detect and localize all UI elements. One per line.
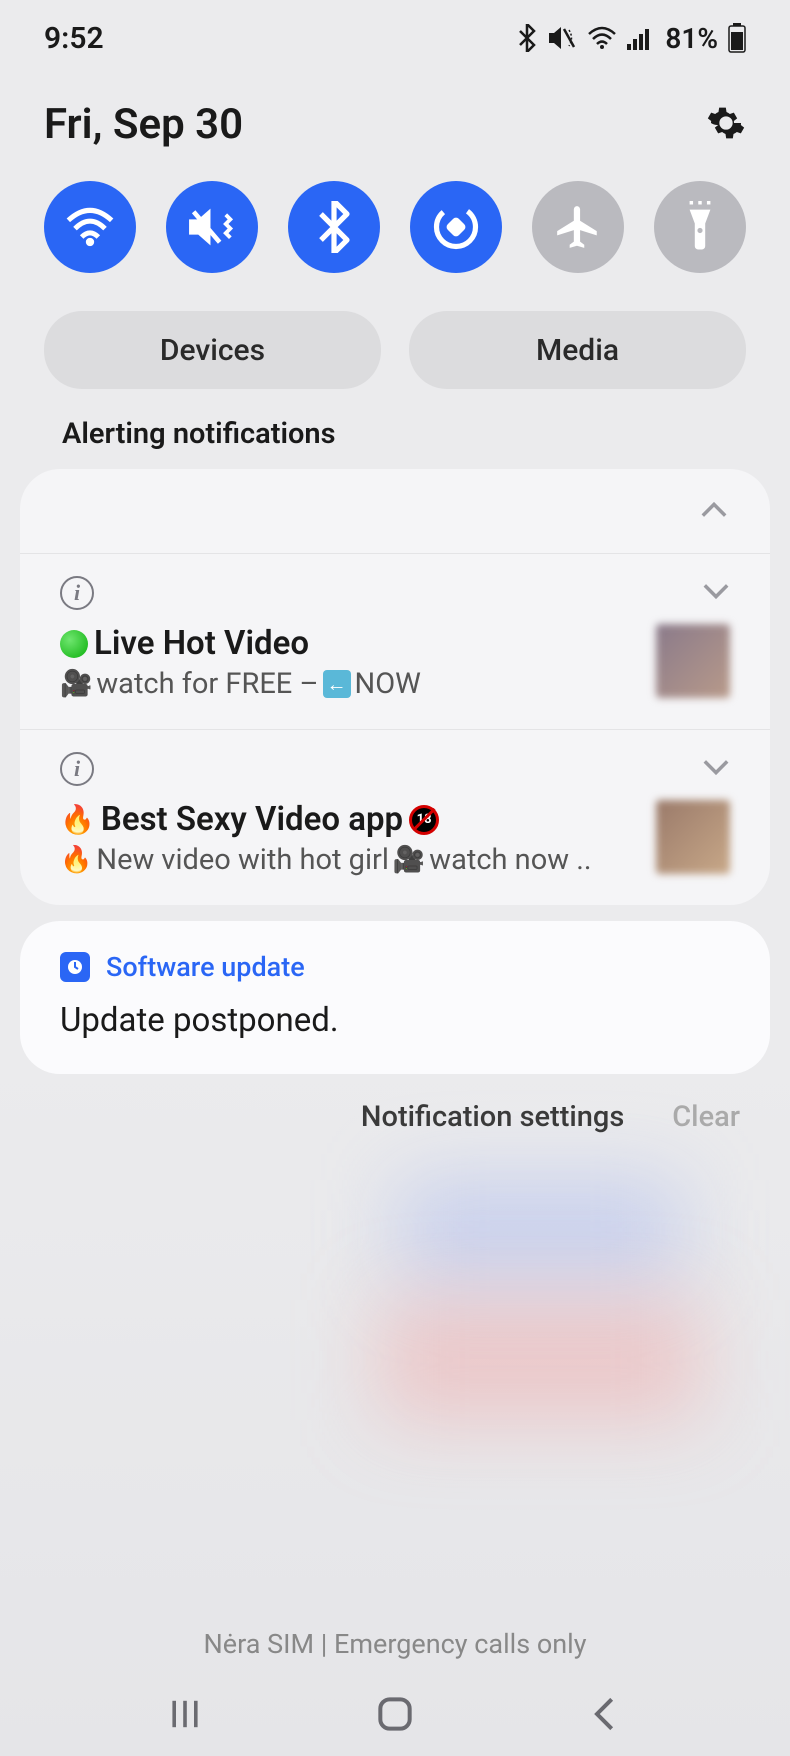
recents-icon <box>167 1696 203 1732</box>
notification-sub-text: watch for FREE – <box>96 667 318 701</box>
flashlight-toggle[interactable] <box>654 181 746 273</box>
rotate-toggle[interactable] <box>410 181 502 273</box>
info-icon: i <box>60 576 94 610</box>
wifi-icon <box>587 26 617 50</box>
alerting-header: Alerting notifications <box>0 389 790 469</box>
bluetooth-toggle[interactable] <box>288 181 380 273</box>
background-blur <box>400 1180 680 1280</box>
notification-thumbnail <box>656 800 730 874</box>
wifi-icon <box>65 207 115 247</box>
date-label: Fri, Sep 30 <box>44 100 243 149</box>
airplane-toggle[interactable] <box>532 181 624 273</box>
fire-icon: 🔥 <box>60 803 95 836</box>
notification-thumbnail <box>656 624 730 698</box>
mute-vibrate-icon <box>186 205 238 249</box>
group-header[interactable] <box>20 469 770 553</box>
back-icon <box>590 1694 620 1734</box>
notification-title-text: Live Hot Video <box>94 624 309 663</box>
notification-title-text: Best Sexy Video app <box>101 800 403 839</box>
notification-subtitle: 🔥 New video with hot girl 🎥 watch now .. <box>60 843 640 877</box>
notification-subtitle: 🎥 watch for FREE – ← NOW <box>60 667 640 701</box>
chevron-down-icon <box>702 582 730 604</box>
fire-icon: 🔥 <box>60 845 92 875</box>
notification-sub-text: NOW <box>355 667 421 701</box>
shortcut-buttons: Devices Media <box>0 273 790 389</box>
chevron-down-icon <box>702 758 730 780</box>
software-update-icon <box>60 952 90 982</box>
header: Fri, Sep 30 <box>0 58 790 149</box>
green-dot-icon <box>60 630 88 658</box>
notification-settings-button[interactable]: Notification settings <box>361 1100 624 1134</box>
notification-title: Live Hot Video <box>60 624 640 663</box>
arrow-left-icon: ← <box>323 670 351 698</box>
notification-sub-text: New video with hot girl <box>96 843 389 877</box>
airplane-icon <box>553 202 603 252</box>
background-blur <box>380 1300 700 1420</box>
flashlight-icon <box>678 201 722 253</box>
devices-button[interactable]: Devices <box>44 311 381 389</box>
clear-button[interactable]: Clear <box>672 1100 740 1134</box>
status-bar: 9:52 81% <box>0 0 790 58</box>
settings-button[interactable] <box>706 103 746 147</box>
battery-icon <box>728 23 746 53</box>
notification-group: i Live Hot Video 🎥 watch for FREE – ← NO… <box>20 469 770 905</box>
notification-sub-text: watch now .. <box>429 843 591 877</box>
status-indicators: 81% <box>517 22 746 55</box>
notification-item[interactable]: i 🔥 Best Sexy Video app 18 🔥 New video w… <box>20 729 770 905</box>
navigation-bar <box>0 1690 790 1738</box>
recents-button[interactable] <box>161 1690 209 1738</box>
software-update-app-name: Software update <box>106 951 305 983</box>
media-button[interactable]: Media <box>409 311 746 389</box>
info-icon: i <box>60 752 94 786</box>
camera-icon: 🎥 <box>60 669 92 699</box>
software-update-message: Update postponed. <box>60 1001 730 1040</box>
software-update-notification[interactable]: Software update Update postponed. <box>20 921 770 1074</box>
bluetooth-icon <box>517 24 537 52</box>
no-under-18-icon: 18 <box>409 805 439 835</box>
wifi-toggle[interactable] <box>44 181 136 273</box>
home-icon <box>375 1694 415 1734</box>
signal-icon <box>627 26 655 50</box>
quick-toggles <box>0 149 790 273</box>
gear-icon <box>706 103 746 143</box>
notification-footer: Notification settings Clear <box>0 1074 790 1134</box>
bluetooth-icon <box>317 201 351 253</box>
home-button[interactable] <box>371 1690 419 1738</box>
sound-toggle[interactable] <box>166 181 258 273</box>
notification-title: 🔥 Best Sexy Video app 18 <box>60 800 640 839</box>
rotate-icon <box>430 201 482 253</box>
back-button[interactable] <box>581 1690 629 1738</box>
status-time: 9:52 <box>44 21 104 56</box>
chevron-up-icon <box>700 501 728 523</box>
sim-status: Nėra SIM | Emergency calls only <box>0 1628 790 1660</box>
mute-icon <box>547 25 577 51</box>
camera-icon: 🎥 <box>393 845 425 875</box>
battery-percent: 81% <box>665 22 718 55</box>
notification-item[interactable]: i Live Hot Video 🎥 watch for FREE – ← NO… <box>20 553 770 729</box>
